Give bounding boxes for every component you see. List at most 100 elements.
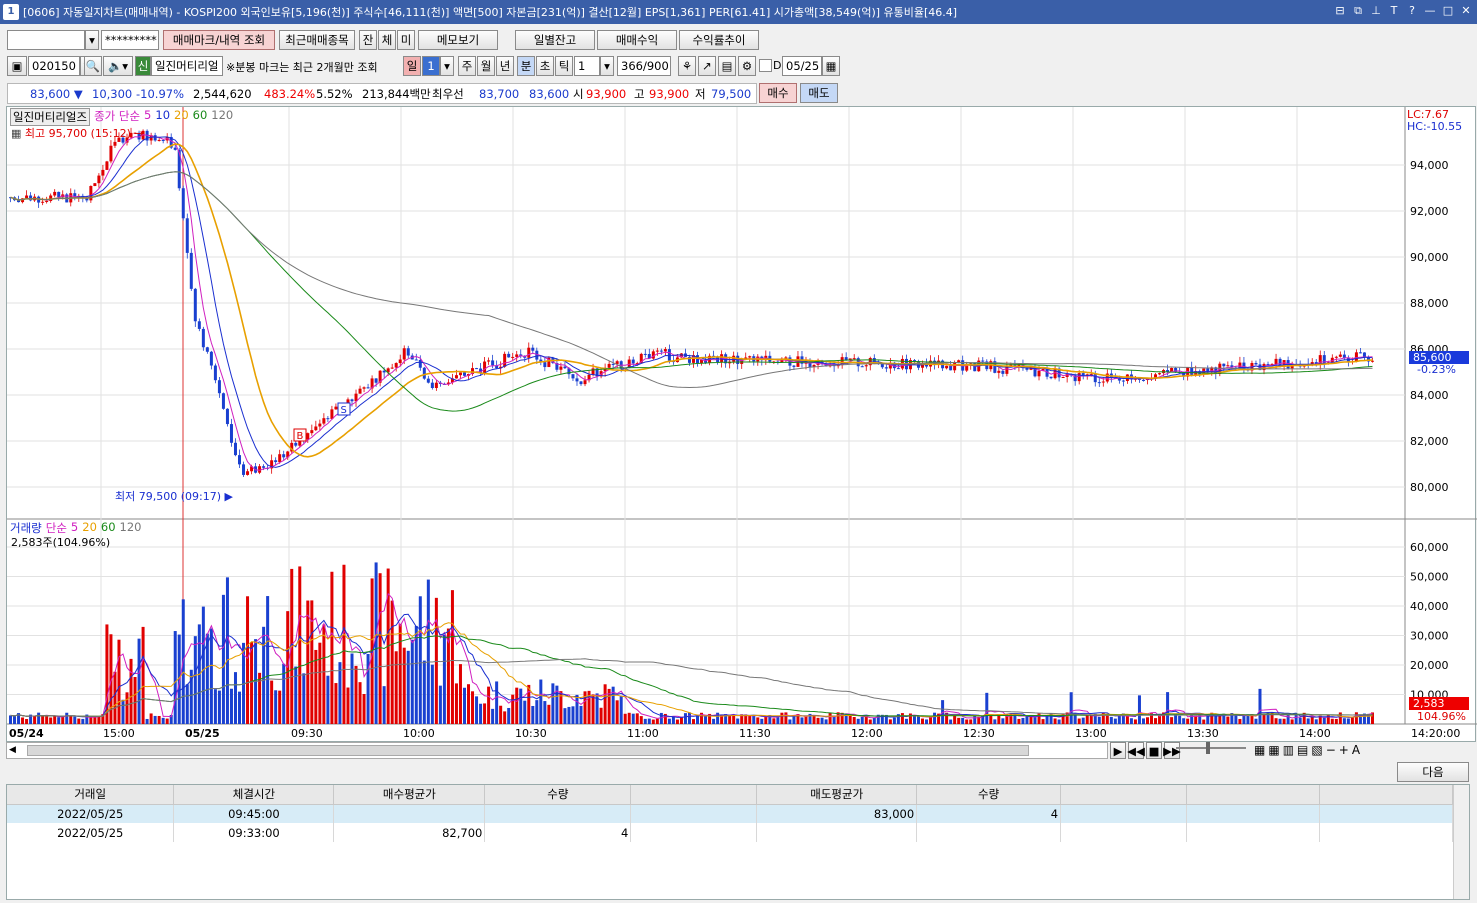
- forward-icon[interactable]: ▶▶: [1163, 742, 1181, 759]
- search-icon[interactable]: 🔍: [84, 56, 102, 76]
- chart-scrollbar[interactable]: ◀: [6, 742, 1108, 759]
- high-price: 93,900: [649, 87, 690, 101]
- volume-bar: [1085, 714, 1089, 724]
- scroll-thumb[interactable]: [27, 745, 1029, 756]
- volume-bar: [615, 700, 619, 724]
- layout-d-icon[interactable]: ▤: [1297, 743, 1308, 757]
- date-checkbox[interactable]: [759, 59, 772, 72]
- volume-bar: [33, 715, 37, 724]
- time-tick: 11:00: [627, 727, 659, 740]
- price-change-pct: -10.97%: [136, 87, 184, 101]
- link-icon[interactable]: ⊟: [1333, 3, 1347, 19]
- daily-balance-button[interactable]: 일별잔고: [515, 30, 595, 50]
- volume-tick: 40,000: [1410, 600, 1449, 613]
- volume-bar: [1137, 695, 1141, 724]
- cell-buy-qty: [484, 804, 632, 823]
- volume-bar: [491, 708, 495, 724]
- tab-mark-history[interactable]: 매매마크/내역 조회: [163, 30, 275, 50]
- date-input[interactable]: 05/25: [782, 56, 822, 76]
- volume-bar: [591, 694, 595, 724]
- stop-icon[interactable]: ■: [1146, 742, 1162, 759]
- trade-profit-button[interactable]: 매매수익: [597, 30, 677, 50]
- sound-icon[interactable]: 🔈▾: [103, 56, 133, 76]
- volume-bar: [221, 594, 225, 724]
- volume-bar: [217, 690, 221, 724]
- layout-b-icon[interactable]: ▦: [1268, 743, 1279, 757]
- volume-bar: [1226, 716, 1230, 724]
- volume-bar: [732, 715, 736, 724]
- period-week[interactable]: 주: [458, 56, 476, 76]
- rewind-icon[interactable]: ◀◀: [1127, 742, 1145, 759]
- filled-button[interactable]: 체: [378, 30, 396, 50]
- indicator-icon[interactable]: ⚘: [678, 56, 696, 76]
- layout-a-icon[interactable]: ▦: [1254, 743, 1265, 757]
- chart-area[interactable]: BS 94,000 92,000 90,000 88,000 86,000 84,000 8…: [6, 106, 1477, 743]
- candle-body: [583, 380, 587, 385]
- gear-icon[interactable]: ⚙: [738, 56, 756, 76]
- minus-icon[interactable]: −: [1326, 743, 1336, 757]
- volume-bar: [1214, 716, 1218, 724]
- calendar-icon[interactable]: ▦: [822, 56, 840, 76]
- period-day[interactable]: 일: [403, 56, 421, 76]
- account-select[interactable]: [7, 30, 85, 50]
- period-tick[interactable]: 틱: [555, 56, 573, 76]
- volume-bar: [752, 715, 756, 724]
- layout-c-icon[interactable]: ▥: [1283, 743, 1294, 757]
- password-field[interactable]: *********: [101, 30, 159, 50]
- period-dropdown-icon[interactable]: ▾: [440, 56, 454, 76]
- next-button[interactable]: 다음: [1397, 762, 1469, 782]
- stock-code-input[interactable]: 020150: [28, 56, 80, 76]
- maximize-icon[interactable]: □: [1441, 3, 1455, 19]
- trend-icon[interactable]: ↗: [698, 56, 716, 76]
- save-icon[interactable]: ▤: [718, 56, 736, 76]
- volume-bar: [1129, 718, 1133, 724]
- table-row[interactable]: 2022/05/25 09:45:00 83,000 4: [7, 804, 1454, 823]
- layout-e-icon[interactable]: ▧: [1311, 743, 1322, 757]
- close-icon[interactable]: ✕: [1459, 3, 1473, 19]
- period-year[interactable]: 년: [496, 56, 514, 76]
- text-icon[interactable]: T: [1387, 3, 1401, 19]
- tick-number-input[interactable]: 1: [574, 56, 600, 76]
- table-icon[interactable]: ▦: [11, 127, 21, 140]
- zoom-slider-handle[interactable]: [1206, 742, 1210, 754]
- cell-time: 09:33:00: [173, 823, 335, 842]
- return-trend-button[interactable]: 수익률추이: [679, 30, 759, 50]
- unfilled-button[interactable]: 미: [397, 30, 415, 50]
- period-second[interactable]: 초: [536, 56, 554, 76]
- plus-icon[interactable]: +: [1339, 743, 1349, 757]
- play-icon[interactable]: ▶: [1110, 742, 1126, 759]
- help-icon[interactable]: ?: [1405, 3, 1419, 19]
- tick-dropdown-icon[interactable]: ▾: [600, 56, 614, 76]
- account-dropdown-icon[interactable]: ▾: [85, 30, 99, 50]
- candle-body: [458, 372, 462, 376]
- volume-bar: [872, 717, 876, 724]
- price-tick: 84,000: [1410, 389, 1449, 402]
- volume-bar: [712, 718, 716, 724]
- volume-bar: [185, 684, 189, 724]
- buy-button[interactable]: 매수: [759, 83, 797, 103]
- memo-button[interactable]: 메모보기: [418, 30, 498, 50]
- table-scrollbar[interactable]: [1453, 785, 1469, 899]
- text-a-icon[interactable]: A: [1352, 743, 1360, 757]
- pin-icon[interactable]: ⊥: [1369, 3, 1383, 19]
- period-month[interactable]: 월: [477, 56, 495, 76]
- restore-icon[interactable]: ⧉: [1351, 3, 1365, 19]
- turnover-rate: 5.52%: [316, 87, 353, 101]
- cell-blank: [1186, 804, 1320, 823]
- balance-button[interactable]: 잔: [359, 30, 377, 50]
- volume-bar: [892, 717, 896, 724]
- candle-body: [784, 357, 788, 359]
- price-volume-chart[interactable]: BS 94,00092,00090,00088,00086,00084,0008…: [7, 107, 1477, 743]
- period-number[interactable]: 1: [422, 56, 440, 76]
- scroll-left-icon[interactable]: ◀: [9, 745, 21, 756]
- minimize-icon[interactable]: —: [1423, 3, 1437, 19]
- candle-body: [543, 362, 547, 368]
- candle-body: [262, 466, 266, 468]
- sell-button[interactable]: 매도: [800, 83, 838, 103]
- layout-icon[interactable]: ▣: [7, 56, 27, 76]
- zoom-slider[interactable]: [1176, 742, 1246, 754]
- data-count-input[interactable]: 366/900: [617, 56, 671, 76]
- period-minute[interactable]: 분: [517, 56, 535, 76]
- table-row[interactable]: 2022/05/25 09:33:00 82,700 4: [7, 823, 1454, 842]
- tab-recent-items[interactable]: 최근매매종목: [279, 30, 355, 50]
